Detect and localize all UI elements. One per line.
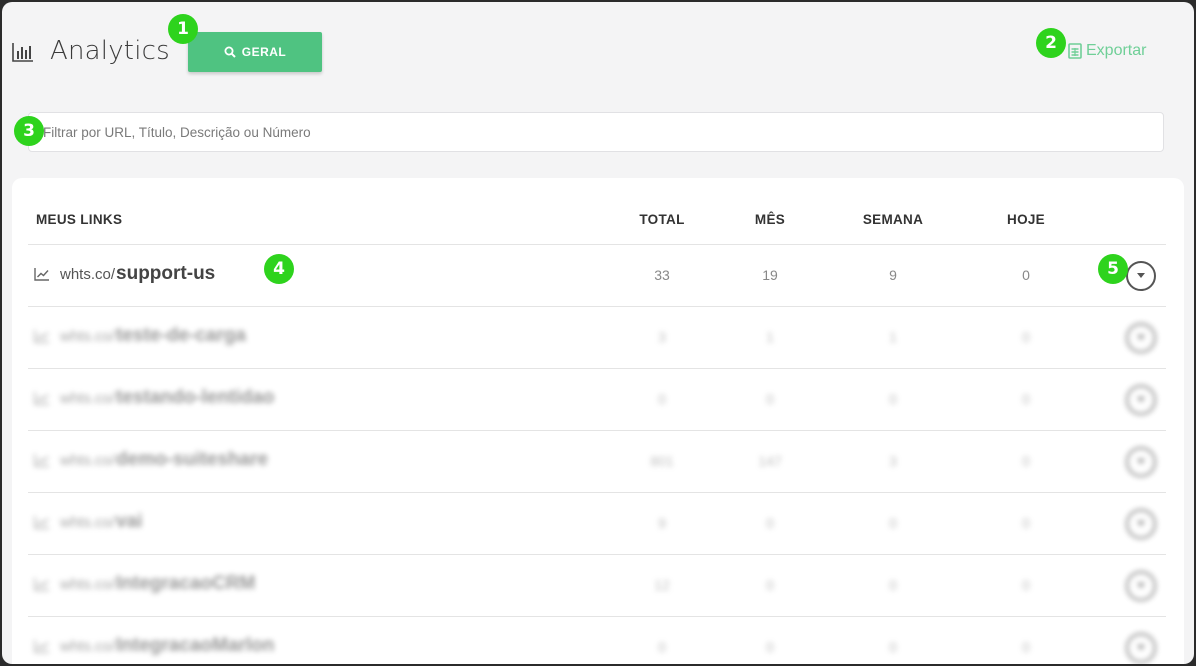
annotation-marker-2: 2 [1036, 28, 1066, 58]
line-chart-icon [34, 268, 49, 281]
cell-mes: 19 [762, 267, 778, 283]
cell-total: 3 [658, 329, 666, 345]
caret-down-icon [1137, 521, 1145, 526]
caret-down-icon [1137, 459, 1145, 464]
annotation-marker-1: 1 [168, 14, 198, 44]
row-dropdown-button[interactable] [1126, 509, 1156, 539]
line-chart-icon [34, 392, 49, 405]
annotation-marker-5: 5 [1098, 254, 1128, 284]
cell-mes: 0 [766, 391, 774, 407]
link-cell[interactable]: whts.co/IntegracaoCRM [34, 573, 255, 595]
cell-semana: 9 [889, 267, 897, 283]
table-row[interactable]: whts.co/testando-lentidao 0 0 0 0 [28, 368, 1166, 430]
cell-hoje: 0 [1022, 267, 1030, 283]
links-table: MEUS LINKS TOTAL MÊS SEMANA HOJE whts.co… [12, 178, 1184, 664]
line-chart-icon [34, 454, 49, 467]
column-header-semana: SEMANA [862, 212, 924, 227]
cell-hoje: 0 [1022, 577, 1030, 593]
line-chart-icon [34, 578, 49, 591]
cell-mes: 0 [766, 639, 774, 655]
caret-down-icon [1137, 397, 1145, 402]
app-window: Analytics GERAL Exportar MEUS LINKS TOTA… [2, 2, 1194, 664]
link-slug: support-us [116, 263, 216, 284]
link-slug: IntegracaoCRM [116, 573, 256, 594]
magnifier-icon [224, 46, 236, 58]
row-dropdown-button[interactable] [1126, 571, 1156, 601]
link-domain: whts.co/ [60, 451, 116, 469]
link-slug: vai [116, 511, 143, 532]
link-cell[interactable]: whts.co/IntegracaoMarlon [34, 635, 274, 657]
annotation-marker-3: 3 [14, 116, 44, 146]
cell-total: 12 [654, 577, 670, 593]
cell-semana: 0 [889, 639, 897, 655]
cell-mes: 147 [758, 453, 782, 469]
table-row[interactable]: whts.co/IntegracaoCRM 12 0 0 0 [28, 554, 1166, 616]
row-dropdown-button[interactable] [1126, 323, 1156, 353]
cell-hoje: 0 [1022, 515, 1030, 531]
link-domain: whts.co/ [60, 389, 116, 407]
caret-down-icon [1137, 583, 1145, 588]
table-row[interactable]: whts.co/vai 9 0 0 0 [28, 492, 1166, 554]
caret-down-icon [1137, 645, 1145, 650]
geral-button[interactable]: GERAL [188, 32, 322, 72]
link-domain: whts.co/ [60, 575, 116, 593]
cell-mes: 1 [766, 329, 774, 345]
geral-label: GERAL [241, 45, 287, 59]
row-dropdown-button[interactable] [1126, 385, 1156, 415]
cell-semana: 1 [889, 329, 897, 345]
spreadsheet-icon [1068, 43, 1082, 59]
export-label: Exportar [1086, 42, 1147, 59]
link-domain: whts.co/ [60, 265, 116, 283]
cell-hoje: 0 [1022, 639, 1030, 655]
link-slug: demo-suiteshare [116, 449, 269, 470]
cell-hoje: 0 [1022, 453, 1030, 469]
link-cell[interactable]: whts.co/testando-lentidao [34, 387, 274, 409]
column-header-hoje: HOJE [1007, 212, 1045, 227]
table-row[interactable]: whts.co/teste-de-carga 3 1 1 0 [28, 306, 1166, 368]
link-cell[interactable]: whts.co/teste-de-carga [34, 325, 246, 347]
cell-mes: 0 [766, 577, 774, 593]
caret-down-icon [1137, 335, 1145, 340]
bar-chart-icon [12, 42, 34, 62]
cell-total: 33 [654, 267, 670, 283]
cell-total: 9 [658, 515, 666, 531]
link-slug: testando-lentidao [116, 387, 275, 408]
link-cell[interactable]: whts.co/vai [34, 511, 142, 533]
page-title: Analytics [50, 36, 170, 66]
table-row[interactable]: whts.co/demo-suiteshare 801 147 3 0 [28, 430, 1166, 492]
column-header-links: MEUS LINKS [36, 212, 123, 227]
link-domain: whts.co/ [60, 637, 116, 655]
column-header-total: TOTAL [639, 212, 685, 227]
table-row[interactable]: whts.co/IntegracaoMarlon 0 0 0 0 [28, 616, 1166, 664]
cell-hoje: 0 [1022, 329, 1030, 345]
cell-mes: 0 [766, 515, 774, 531]
link-cell[interactable]: whts.co/demo-suiteshare [34, 449, 268, 471]
caret-down-icon [1137, 273, 1145, 278]
search-input[interactable] [28, 112, 1164, 152]
link-cell[interactable]: whts.co/support-us [34, 263, 215, 285]
cell-total: 0 [658, 639, 666, 655]
row-dropdown-button[interactable] [1126, 633, 1156, 663]
row-dropdown-button[interactable] [1126, 447, 1156, 477]
row-dropdown-button[interactable] [1126, 261, 1156, 291]
cell-semana: 0 [889, 515, 897, 531]
link-slug: IntegracaoMarlon [116, 635, 275, 656]
line-chart-icon [34, 640, 49, 653]
export-link[interactable]: Exportar [1068, 42, 1146, 60]
cell-total: 801 [650, 453, 674, 469]
cell-semana: 0 [889, 391, 897, 407]
link-domain: whts.co/ [60, 513, 116, 531]
line-chart-icon [34, 516, 49, 529]
annotation-marker-4: 4 [264, 254, 294, 284]
cell-semana: 0 [889, 577, 897, 593]
link-slug: teste-de-carga [116, 325, 246, 346]
line-chart-icon [34, 330, 49, 343]
cell-hoje: 0 [1022, 391, 1030, 407]
cell-semana: 3 [889, 453, 897, 469]
table-header: MEUS LINKS TOTAL MÊS SEMANA HOJE [12, 178, 1184, 244]
cell-total: 0 [658, 391, 666, 407]
table-row[interactable]: whts.co/support-us 33 19 9 0 [28, 244, 1166, 306]
link-domain: whts.co/ [60, 327, 116, 345]
column-header-mes: MÊS [754, 212, 786, 227]
